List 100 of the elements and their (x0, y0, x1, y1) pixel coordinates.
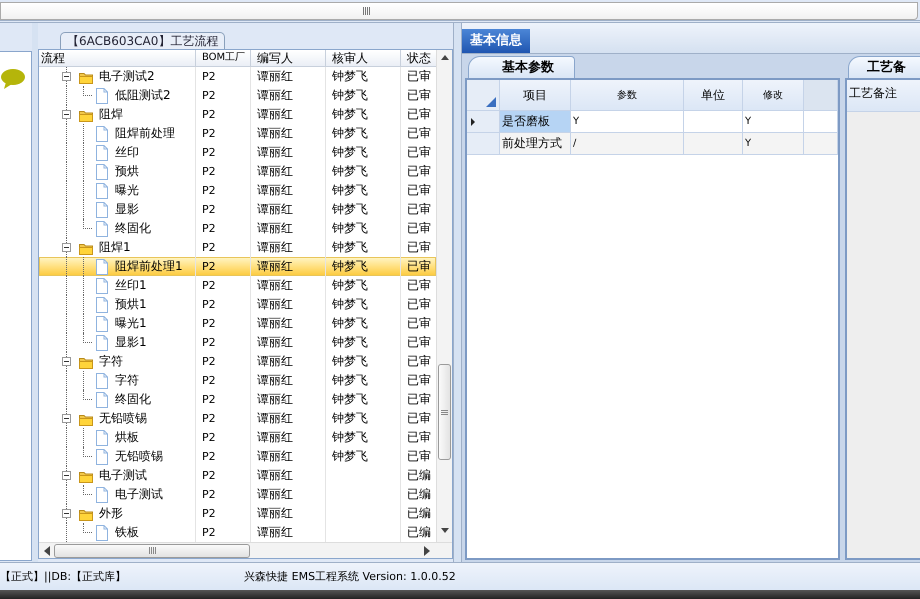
table-cell-text: 谭丽红 (257, 372, 293, 389)
tree-row[interactable]: 电子测试2 P2 谭丽红 钟梦飞 已审 (39, 67, 436, 86)
tree-row[interactable]: 终固化 P2 谭丽红 钟梦飞 已审 (39, 219, 436, 238)
table-cell-text: P2 (202, 221, 216, 237)
document-icon (95, 126, 109, 142)
table-cell-text: 已审 (407, 163, 431, 180)
column-header[interactable]: 参数 (571, 80, 684, 111)
tree-label: 外形 (99, 505, 123, 522)
table-cell-text: P2 (202, 487, 216, 503)
tab[interactable]: 工艺备 (848, 56, 920, 78)
tree-row[interactable]: 显影 P2 谭丽红 钟梦飞 已审 (39, 200, 436, 219)
tree-row[interactable]: 字符 P2 谭丽红 钟梦飞 已审 (39, 352, 436, 371)
tree-label: 显影 (115, 201, 139, 218)
table-cell-text: 钟梦飞 (332, 87, 368, 104)
table-cell-text: 钟梦飞 (332, 239, 368, 256)
collapse-icon[interactable] (62, 414, 71, 423)
collapse-icon[interactable] (62, 357, 71, 366)
document-icon (95, 392, 109, 408)
tree-row[interactable]: 电子测试 P2 谭丽红 已编 (39, 485, 436, 504)
column-header[interactable]: 编写人 (251, 50, 326, 66)
vertical-scrollbar[interactable] (436, 50, 452, 542)
tree-row[interactable]: 丝印 P2 谭丽红 钟梦飞 已审 (39, 143, 436, 162)
column-header[interactable]: 单位 (684, 80, 743, 111)
tab[interactable]: 基本参数 (468, 56, 575, 78)
tree-row[interactable]: 预烘1 P2 谭丽红 钟梦飞 已审 (39, 295, 436, 314)
tree-row[interactable]: 终固化 P2 谭丽红 钟梦飞 已审 (39, 390, 436, 409)
table-cell-text: P2 (202, 316, 216, 332)
table-cell-text: 谭丽红 (257, 68, 293, 85)
collapse-icon[interactable] (62, 509, 71, 518)
tree-row[interactable]: 阻焊前处理 P2 谭丽红 钟梦飞 已审 (39, 124, 436, 143)
tree-row[interactable]: 曝光1 P2 谭丽红 钟梦飞 已审 (39, 314, 436, 333)
tree-row[interactable]: 字符 P2 谭丽红 钟梦飞 已审 (39, 371, 436, 390)
grip-icon (441, 410, 448, 414)
grip-icon (148, 547, 156, 554)
row-header[interactable] (467, 111, 500, 133)
table-cell-text: 已审 (407, 182, 431, 199)
table-cell-text: 谭丽红 (257, 505, 293, 522)
tree-row[interactable]: 电子测试 P2 谭丽红 已编 (39, 466, 436, 485)
tree-row[interactable]: 外形 P2 谭丽红 已编 (39, 504, 436, 523)
tree-row[interactable]: 预烘 P2 谭丽红 钟梦飞 已审 (39, 162, 436, 181)
tree-row[interactable]: 低阻测试2 P2 谭丽红 钟梦飞 已审 (39, 86, 436, 105)
column-header[interactable]: 核审人 (326, 50, 401, 66)
table-cell-text: 已审 (407, 410, 431, 427)
table-cell-text: 谭丽红 (257, 182, 293, 199)
table-cell-text: 谭丽红 (257, 239, 293, 256)
document-icon (95, 88, 109, 104)
document-icon (95, 182, 109, 198)
tab[interactable]: 基本信息 (462, 29, 530, 53)
tree-label: 预烘1 (115, 296, 147, 313)
table-cell-text: P2 (202, 126, 216, 142)
tree-row[interactable]: 丝印1 P2 谭丽红 钟梦飞 已审 (39, 276, 436, 295)
document-icon (95, 296, 109, 312)
tree-row[interactable]: 显影1 P2 谭丽红 钟梦飞 已审 (39, 333, 436, 352)
table-cell-text: 钟梦飞 (332, 391, 368, 408)
table-cell-text: 已审 (407, 277, 431, 294)
tree-row[interactable]: 无铅喷锡 P2 谭丽红 钟梦飞 已审 (39, 447, 436, 466)
table-cell-text: 谭丽红 (257, 524, 293, 541)
tree-label: 字符 (115, 372, 139, 389)
collapse-icon[interactable] (62, 110, 71, 119)
table-cell-text: 钟梦飞 (332, 144, 368, 161)
tree-row[interactable]: 阻焊前处理1 P2 谭丽红 钟梦飞 已审 (39, 257, 436, 276)
scroll-thumb[interactable] (438, 364, 451, 460)
column-header[interactable]: 状态 (401, 50, 436, 66)
table-cell-text: 谭丽红 (257, 258, 293, 275)
tree-row[interactable]: 曝光 P2 谭丽红 钟梦飞 已审 (39, 181, 436, 200)
collapse-icon[interactable] (62, 243, 71, 252)
row-pointer-icon (471, 118, 475, 126)
column-header[interactable]: 流程 (39, 50, 196, 66)
document-icon (95, 524, 109, 540)
column-header[interactable]: BOM工厂 (196, 50, 251, 66)
table-cell-text: P2 (202, 430, 216, 446)
table-cell-text: 已编 (407, 524, 431, 541)
tree-row[interactable]: 烘板 P2 谭丽红 钟梦飞 已审 (39, 428, 436, 447)
tree-row[interactable]: 无铅喷锡 P2 谭丽红 钟梦飞 已审 (39, 409, 436, 428)
tree-label: 低阻测试2 (115, 87, 171, 104)
table-cell-text: 已审 (407, 220, 431, 237)
table-cell-text: 已审 (407, 258, 431, 275)
table-cell-text: P2 (202, 411, 216, 427)
scroll-down-icon[interactable] (440, 527, 450, 534)
tree-row[interactable]: 阻焊 P2 谭丽红 钟梦飞 已审 (39, 105, 436, 124)
table-cell-text: 已审 (407, 448, 431, 465)
scroll-thumb[interactable] (54, 544, 250, 558)
table-cell: 是否磨板 (500, 111, 571, 133)
collapse-icon[interactable] (62, 72, 71, 81)
scroll-right-icon[interactable] (424, 546, 430, 556)
table-cell-text: 钟梦飞 (332, 334, 368, 351)
horizontal-scrollbar[interactable] (39, 542, 452, 558)
status-text: 兴森快捷 EMS工程系统 Version: 1.0.0.52 (244, 569, 456, 584)
table-cell-text: 钟梦飞 (332, 410, 368, 427)
table-cell: Y (743, 133, 804, 155)
table-cell-text: P2 (202, 88, 216, 104)
tree-label: 烘板 (115, 429, 139, 446)
table-cell-text: 已审 (407, 334, 431, 351)
scroll-up-icon[interactable] (440, 54, 450, 61)
column-header[interactable]: 项目 (500, 80, 571, 111)
collapse-icon[interactable] (62, 471, 71, 480)
scroll-left-icon[interactable] (44, 546, 50, 556)
column-header[interactable]: 修改 (743, 80, 804, 111)
table-cell-text: 钟梦飞 (332, 220, 368, 237)
document-icon (95, 164, 109, 180)
